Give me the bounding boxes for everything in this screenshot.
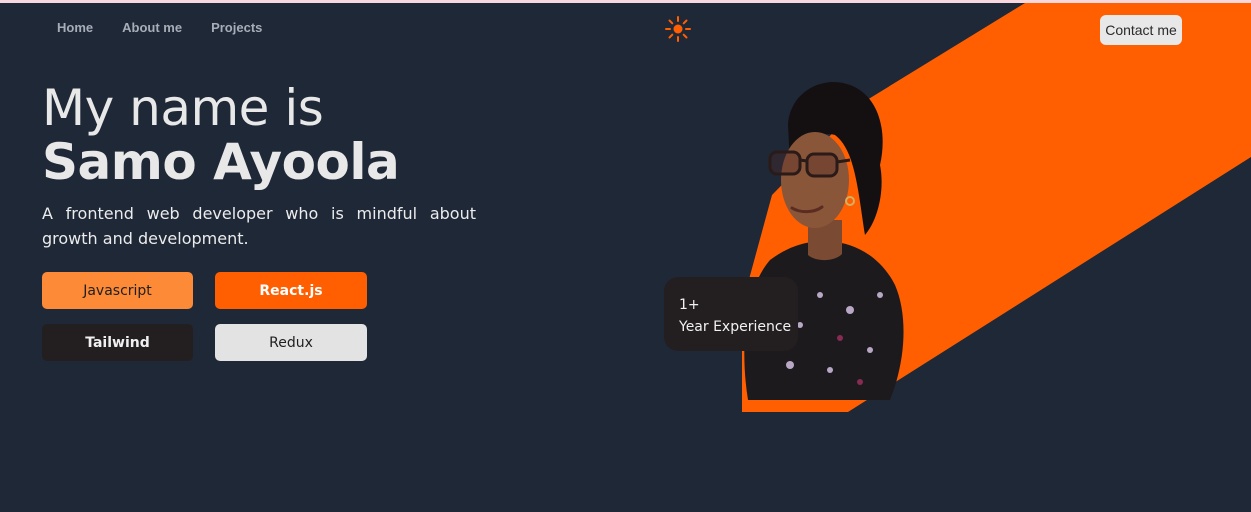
nav-link-projects[interactable]: Projects	[211, 20, 262, 35]
skill-redux-button[interactable]: Redux	[215, 324, 367, 361]
nav-link-home[interactable]: Home	[57, 20, 93, 35]
orange-diagonal-stripe	[742, 3, 1251, 412]
nav-link-about[interactable]: About me	[122, 20, 182, 35]
skills-grid: Javascript React.js Tailwind Redux	[42, 272, 367, 361]
experience-count: 1+	[679, 297, 700, 313]
sun-icon[interactable]	[665, 16, 691, 42]
nav-links: Home About me Projects	[57, 20, 262, 35]
experience-label: Year Experience	[679, 319, 792, 335]
contact-button[interactable]: Contact me	[1100, 15, 1182, 45]
hero-intro: My name is	[42, 79, 324, 137]
experience-card: 1+ Year Experience	[664, 277, 798, 351]
skill-javascript-button[interactable]: Javascript	[42, 272, 193, 309]
hero-section: My name is Samo Ayoola A frontend web de…	[42, 82, 482, 251]
hero-description: A frontend web developer who is mindful …	[42, 204, 476, 248]
profile-photo	[744, 81, 904, 400]
skill-tailwind-button[interactable]: Tailwind	[42, 324, 193, 361]
top-navigation: Home About me Projects Contact me	[0, 3, 1251, 53]
skill-react-button[interactable]: React.js	[215, 272, 367, 309]
hero-name: Samo Ayoola	[42, 133, 400, 191]
